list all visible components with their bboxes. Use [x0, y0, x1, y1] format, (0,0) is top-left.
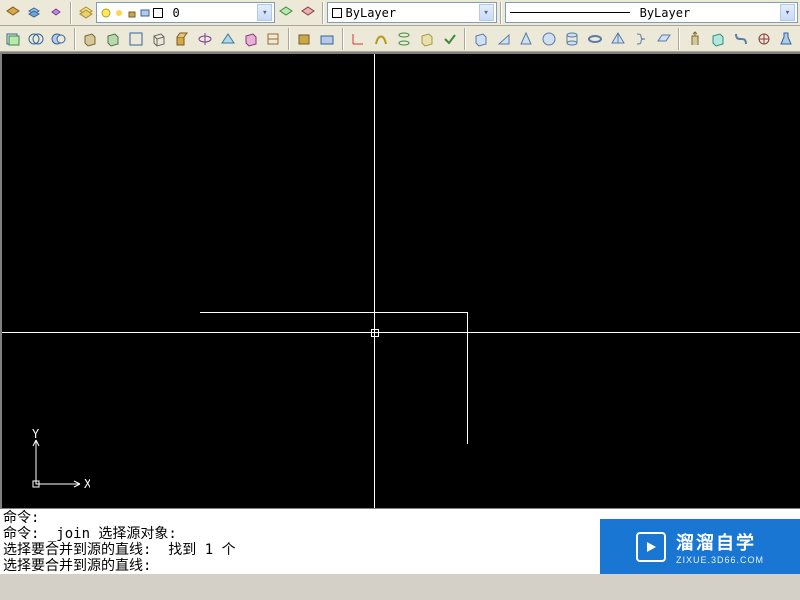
linetype-preview	[510, 12, 630, 13]
layer-btn-3[interactable]	[46, 2, 66, 24]
tool-circles[interactable]	[26, 28, 47, 50]
dropdown-arrow-icon[interactable]	[479, 4, 494, 21]
tool-extrude[interactable]	[171, 28, 192, 50]
layer-dropdown[interactable]: 0	[96, 2, 275, 23]
tool-sweep[interactable]	[371, 28, 392, 50]
tool-imprint[interactable]	[317, 28, 338, 50]
plot-icon	[140, 8, 150, 18]
command-line: 选择要合并到源的直线:	[3, 558, 151, 574]
layer-tool-b[interactable]	[298, 2, 318, 24]
tool-sweep2[interactable]	[730, 28, 751, 50]
sep	[342, 28, 344, 50]
tool-cone-prim[interactable]	[516, 28, 537, 50]
linetype-dropdown[interactable]: ByLayer	[505, 2, 798, 23]
sep	[70, 2, 72, 24]
crosshair-horizontal	[2, 332, 800, 333]
tool-sphere-prim[interactable]	[539, 28, 560, 50]
watermark-title: 溜溜自学	[676, 529, 764, 555]
tool-wire-box[interactable]	[148, 28, 169, 50]
layer-properties-button[interactable]	[76, 2, 96, 24]
layer-value: 0	[172, 6, 179, 20]
sep	[464, 28, 466, 50]
cursor-pickbox	[371, 329, 379, 337]
tool-slice[interactable]	[217, 28, 238, 50]
sep	[678, 28, 680, 50]
drawing-canvas[interactable]: Y X	[0, 52, 800, 508]
sun-icon	[114, 8, 124, 18]
tool-box1[interactable]	[80, 28, 101, 50]
command-line: 选择要合并到源的直线: 找到 1 个	[3, 542, 236, 558]
tool-polysolid[interactable]	[707, 28, 728, 50]
tool-revolve[interactable]	[194, 28, 215, 50]
command-line: 命令:	[3, 510, 39, 526]
sep	[74, 28, 76, 50]
tool-box3[interactable]	[126, 28, 147, 50]
play-icon	[636, 532, 666, 562]
lightbulb-icon	[101, 8, 111, 18]
tool-torus-prim[interactable]	[585, 28, 606, 50]
tool-box2[interactable]	[103, 28, 124, 50]
dropdown-arrow-icon[interactable]	[780, 4, 795, 21]
tool-planar[interactable]	[653, 28, 674, 50]
color-swatch	[153, 8, 163, 18]
lock-icon	[127, 8, 137, 18]
color-dropdown[interactable]: ByLayer	[327, 2, 497, 23]
tool-wedge-prim[interactable]	[493, 28, 514, 50]
command-line: 命令: _join 选择源对象:	[3, 526, 177, 542]
sep	[500, 2, 502, 24]
tool-section[interactable]	[263, 28, 284, 50]
layer-btn-2[interactable]	[25, 2, 45, 24]
sep	[288, 28, 290, 50]
tool-helix[interactable]	[631, 28, 652, 50]
dropdown-arrow-icon[interactable]	[257, 4, 272, 21]
sep	[322, 2, 324, 24]
tool-shell[interactable]	[240, 28, 261, 50]
tool-3drotate[interactable]	[753, 28, 774, 50]
tool-box-prim[interactable]	[470, 28, 491, 50]
watermark-sub: ZIXUE.3D66.COM	[676, 555, 764, 565]
ucs-icon: Y X	[18, 426, 90, 498]
tool-check[interactable]	[439, 28, 460, 50]
linetype-value: ByLayer	[640, 6, 691, 20]
watermark-banner: 溜溜自学 ZIXUE.3D66.COM	[600, 519, 800, 574]
tool-flask[interactable]	[776, 28, 797, 50]
svg-text:X: X	[84, 477, 90, 491]
svg-text:Y: Y	[32, 427, 40, 441]
tool-press[interactable]	[294, 28, 315, 50]
tool-subtract[interactable]	[49, 28, 70, 50]
tool-pyramid-prim[interactable]	[608, 28, 629, 50]
tool-ucs[interactable]	[348, 28, 369, 50]
tool-3dface[interactable]	[416, 28, 437, 50]
color-swatch	[332, 8, 342, 18]
tool-cylinder-prim[interactable]	[562, 28, 583, 50]
crosshair-vertical	[374, 54, 375, 508]
tool-region[interactable]	[3, 28, 24, 50]
layer-btn-1[interactable]	[3, 2, 23, 24]
tool-loft[interactable]	[394, 28, 415, 50]
layer-tool-a[interactable]	[276, 2, 296, 24]
tool-extrude2[interactable]	[684, 28, 705, 50]
color-value: ByLayer	[346, 6, 397, 20]
